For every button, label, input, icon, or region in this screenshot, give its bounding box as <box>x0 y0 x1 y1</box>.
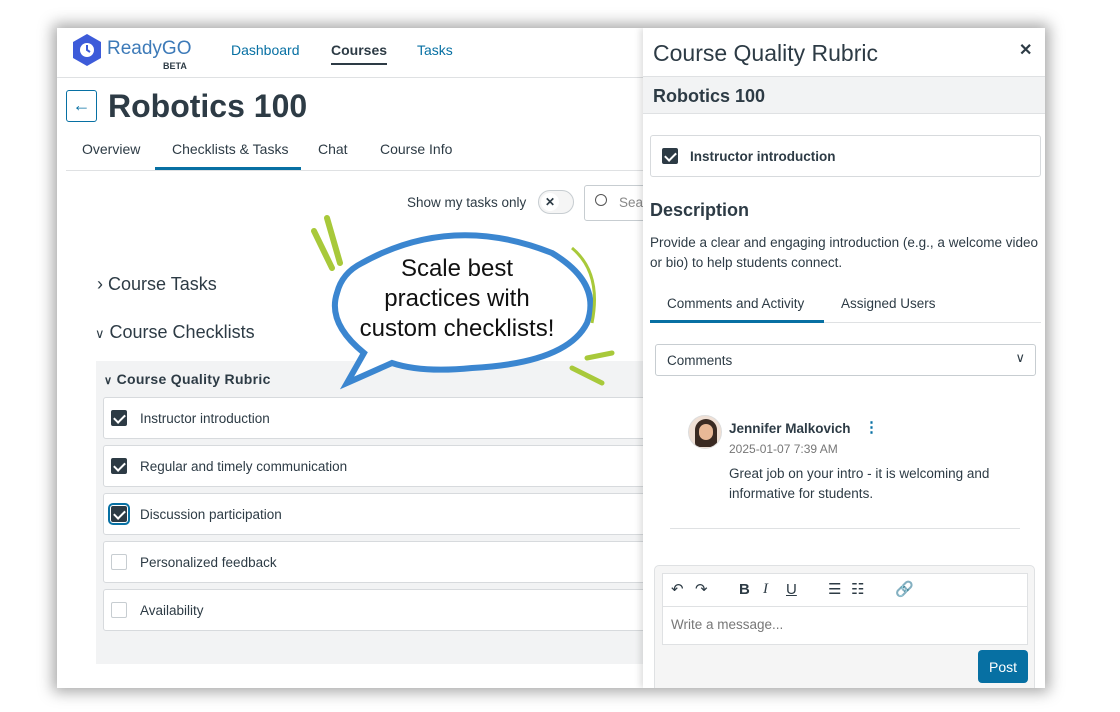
description-heading: Description <box>650 200 750 220</box>
panel-subtitle: Robotics 100 <box>653 86 766 106</box>
underline-icon[interactable]: U <box>786 581 797 598</box>
checkbox[interactable] <box>108 503 130 525</box>
show-my-tasks-label: Show my tasks only <box>407 195 527 210</box>
checklist-item[interactable]: Regular and timely communication <box>103 445 663 487</box>
nav-dashboard[interactable]: Dashboard <box>231 42 300 58</box>
tab-chat[interactable]: Chat <box>318 141 348 157</box>
italic-icon[interactable]: I <box>763 581 768 598</box>
close-icon[interactable]: ✕ <box>1019 40 1032 60</box>
post-button[interactable]: Post <box>978 650 1028 683</box>
undo-icon[interactable]: ↶ <box>671 580 684 598</box>
nav-tasks[interactable]: Tasks <box>417 42 453 58</box>
checkbox[interactable] <box>111 554 127 570</box>
redo-icon[interactable]: ↷ <box>695 580 708 598</box>
message-input[interactable]: Write a message... <box>671 617 783 632</box>
search-icon <box>595 194 607 206</box>
back-button[interactable]: ← <box>66 90 97 122</box>
bold-icon[interactable]: B <box>739 581 750 598</box>
app-name: ReadyGO <box>107 38 192 59</box>
chevron-down-icon: ∨ <box>95 326 105 341</box>
rubric-toggle[interactable]: ∨ Course Quality Rubric <box>104 371 271 387</box>
numbered-list-icon[interactable]: ☷ <box>851 580 864 598</box>
checklist-item[interactable]: Discussion participation <box>103 493 663 535</box>
chevron-down-icon: ∨ <box>104 375 113 387</box>
more-options-icon[interactable]: ⋮ <box>864 418 879 436</box>
checkbox[interactable] <box>662 148 678 164</box>
checkbox[interactable] <box>111 458 127 474</box>
logo-clock-icon <box>73 34 101 66</box>
comments-select[interactable]: Comments ∨ <box>655 344 1036 376</box>
panel-title: Course Quality Rubric <box>653 40 878 66</box>
checkbox[interactable] <box>111 410 127 426</box>
app-window: ReadyGO BETA Dashboard Courses Tasks ← R… <box>57 28 1045 688</box>
course-tasks-toggle[interactable]: › Course Tasks <box>97 274 217 295</box>
logo[interactable]: ReadyGO BETA <box>71 33 191 73</box>
comment-editor: ↶ ↷ B I U ☰ ☷ 🔗 Write a message... Post <box>654 565 1035 688</box>
rubric-detail-panel: Course Quality Rubric ✕ Robotics 100 Ins… <box>643 28 1045 688</box>
comment-author: Jennifer Malkovich <box>729 421 851 436</box>
beta-badge: BETA <box>163 61 187 71</box>
x-icon: ✕ <box>541 193 559 211</box>
show-my-tasks-toggle[interactable]: ✕ <box>538 190 574 214</box>
tab-comments-activity[interactable]: Comments and Activity <box>667 296 804 311</box>
tab-overview[interactable]: Overview <box>82 141 140 157</box>
tab-assigned-users[interactable]: Assigned Users <box>841 296 936 311</box>
link-icon[interactable]: 🔗 <box>895 580 914 598</box>
checklist-item[interactable]: Availability <box>103 589 663 631</box>
comment-timestamp: 2025-01-07 7:39 AM <box>729 442 838 456</box>
callout-text: Scale best practices with custom checklist… <box>359 255 555 342</box>
avatar <box>688 415 722 449</box>
tab-course-info[interactable]: Course Info <box>380 141 452 157</box>
checkbox[interactable] <box>111 602 127 618</box>
bullet-list-icon[interactable]: ☰ <box>828 580 841 598</box>
nav-courses[interactable]: Courses <box>331 42 388 65</box>
tab-checklists-tasks[interactable]: Checklists & Tasks <box>172 141 288 157</box>
checklist-item[interactable]: Instructor introduction <box>103 397 663 439</box>
chevron-right-icon: › <box>97 274 103 294</box>
course-checklists-toggle[interactable]: ∨ Course Checklists <box>95 322 255 343</box>
description-text: Provide a clear and engaging introductio… <box>650 235 1038 270</box>
checklist-item[interactable]: Personalized feedback <box>103 541 663 583</box>
arrow-left-icon: ← <box>72 95 91 115</box>
page-title: Robotics 100 <box>108 88 308 124</box>
chevron-down-icon: ∨ <box>1015 350 1025 365</box>
panel-checklist-item[interactable]: Instructor introduction <box>650 135 1041 177</box>
comment-text: Great job on your intro - it is welcomin… <box>729 466 990 501</box>
